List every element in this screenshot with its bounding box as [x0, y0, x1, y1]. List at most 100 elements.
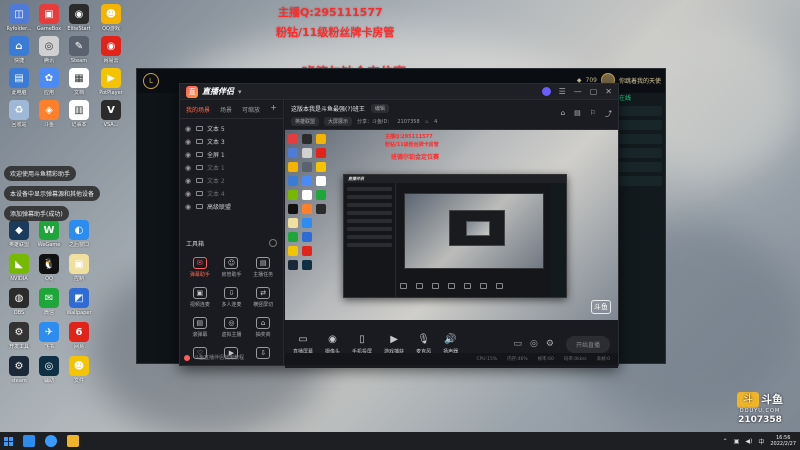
tool-item[interactable]: ☺ 房管助手: [216, 257, 248, 278]
douyu-companion-window[interactable]: 直 直播伴侣 ▾ ☰ — ▢ ✕ 我的场景 场景 可缩放 + ◉ 文本 5 ◉ 文本 …: [179, 83, 619, 368]
tool-item[interactable]: ⌂ 抽奖商: [247, 317, 279, 338]
friend-row[interactable]: [618, 162, 662, 172]
volume-icon[interactable]: ◀): [745, 438, 752, 445]
edit-tag[interactable]: 编辑: [370, 104, 389, 113]
scene-item[interactable]: ◉ 高级联盟: [184, 200, 279, 213]
subcategory-tag[interactable]: 大屏展示: [324, 117, 353, 126]
room-title[interactable]: 这版本我是斗鱼最强(?)班王: [291, 104, 365, 113]
control-icon[interactable]: ▣ 控制: [64, 254, 94, 282]
wechat-icon[interactable]: ✉ 微信: [34, 288, 64, 316]
category-tag[interactable]: 英雄联盟: [291, 117, 320, 126]
wallpaper-icon[interactable]: ◩ Wallpaper: [64, 288, 94, 316]
source-control-button[interactable]: 🔊 扬声器: [443, 334, 458, 355]
maximize-icon[interactable]: ▢: [590, 87, 598, 96]
player-icon[interactable]: ▶ PotPlayer: [96, 68, 126, 96]
start-live-button[interactable]: 开始直播: [565, 335, 610, 353]
pen-icon[interactable]: ✎ Steam: [64, 36, 94, 64]
settings-icon[interactable]: ⚙: [546, 339, 554, 349]
share-icon[interactable]: ⤴: [605, 109, 612, 119]
friend-row[interactable]: [618, 148, 662, 158]
lol-logo-icon[interactable]: L: [143, 73, 159, 89]
douyu-icon[interactable]: ◈ 斗鱼: [34, 100, 64, 128]
data-icon[interactable]: ▤: [574, 109, 581, 119]
helper-icon[interactable]: ◎ 辅助: [34, 356, 64, 384]
tool-item[interactable]: ▣ 视频连麦: [184, 287, 216, 308]
notepad-icon[interactable]: ▥ 记事本: [64, 100, 94, 128]
clock[interactable]: 16:56 2022/2/27: [770, 435, 796, 447]
feishu-icon[interactable]: ✈ 飞书: [34, 322, 64, 350]
menu-icon[interactable]: ☰: [559, 87, 566, 96]
friend-row[interactable]: [618, 176, 662, 186]
app-icon[interactable]: ✿ 应用: [34, 68, 64, 96]
network-icon[interactable]: ▣: [734, 438, 740, 445]
tool-item[interactable]: ⇄ 横竖屏切: [247, 287, 279, 308]
window-icon[interactable]: ◐ 之后窗口: [64, 220, 94, 248]
friend-row[interactable]: [618, 120, 662, 130]
avatar[interactable]: [541, 87, 551, 96]
scene-item[interactable]: ◉ 文本 2: [184, 174, 279, 187]
toolbox-settings-icon[interactable]: [269, 239, 277, 247]
netease-icon[interactable]: 6 网易: [64, 322, 94, 350]
visibility-eye-icon[interactable]: ◉: [184, 177, 192, 185]
qqgame-icon[interactable]: ☻ QQ游戏: [96, 4, 126, 32]
tool-item[interactable]: ⇩ 多人连麦: [216, 287, 248, 308]
notice-icon[interactable]: ⚐: [590, 109, 596, 119]
taskbar-browser-icon[interactable]: [45, 435, 57, 447]
gift-icon[interactable]: ⌂: [561, 109, 565, 119]
steam-icon[interactable]: ⚙ steam: [4, 356, 34, 384]
preview-toggle-icon[interactable]: ◎: [530, 339, 538, 349]
visibility-eye-icon[interactable]: ◉: [184, 203, 192, 211]
elite-icon[interactable]: ◉ EliteStart: [64, 4, 94, 32]
tool-item[interactable]: ⇩: [247, 347, 279, 361]
visibility-eye-icon[interactable]: ◉: [184, 164, 192, 172]
pc-icon[interactable]: ▤ 此电脑: [4, 68, 34, 96]
source-control-button[interactable]: ▯ 手机投屏: [352, 334, 372, 355]
nvidia-icon[interactable]: ◣ NVIDIA: [4, 254, 34, 282]
tab-my-scenes[interactable]: 我的场景: [186, 105, 210, 114]
obs-icon[interactable]: ◍ OBS: [4, 288, 34, 316]
add-scene-icon[interactable]: +: [270, 104, 277, 114]
friend-row[interactable]: [618, 134, 662, 144]
tray-arrow-icon[interactable]: ⌃: [723, 438, 728, 445]
visibility-eye-icon[interactable]: ◉: [184, 138, 192, 146]
tab-scenes[interactable]: 场景: [220, 105, 232, 114]
close-icon[interactable]: ✕: [605, 87, 612, 96]
qq-icon[interactable]: 🐧 QQ: [34, 254, 64, 282]
music-icon[interactable]: ◉ 网易云: [96, 36, 126, 64]
source-control-button[interactable]: ▶ 游戏捕获: [384, 334, 404, 355]
lol-icon[interactable]: ◆ 英雄联盟: [4, 220, 34, 248]
start-menu-icon[interactable]: [4, 436, 13, 446]
tool-item[interactable]: ▤ 滚弹幕: [184, 317, 216, 338]
visibility-eye-icon[interactable]: ◉: [184, 151, 192, 159]
scene-item[interactable]: ◉ 文本 3: [184, 135, 279, 148]
scene-item[interactable]: ◉ 文本 5: [184, 122, 279, 135]
source-control-button[interactable]: ◉ 摄像头: [325, 334, 340, 355]
source-control-button[interactable]: ▭ 直播屏幕: [293, 334, 313, 355]
gamebox-icon[interactable]: ▣ GameBox: [34, 4, 64, 32]
notification-pill[interactable]: 欢迎使用斗鱼精彩助手: [4, 166, 77, 181]
notification-pill[interactable]: 添加弹幕助手(成功): [4, 206, 69, 221]
tool-item[interactable]: ✉ 弹幕助手: [184, 257, 216, 278]
wegame-icon[interactable]: W WeGame: [34, 220, 64, 248]
tool-item[interactable]: ◎ 虚拟主播: [216, 317, 248, 338]
ime-indicator[interactable]: 中: [758, 437, 764, 446]
folder-icon[interactable]: ◫ Ryfolder...: [4, 4, 34, 32]
taskbar-douyu-icon[interactable]: [67, 435, 79, 447]
file-icon[interactable]: ☻ 文件: [64, 356, 94, 384]
scene-item[interactable]: ◉ 文本 4: [184, 187, 279, 200]
friend-row[interactable]: [618, 106, 662, 116]
tool-icon[interactable]: ⚙ 开发工具: [4, 322, 34, 350]
doc-icon[interactable]: ▦ 文档: [64, 68, 94, 96]
tab-zoomable[interactable]: 可缩放: [242, 105, 260, 114]
recycle-icon[interactable]: ♻ 回收站: [4, 100, 34, 128]
source-control-button[interactable]: 🎙 麦克风: [416, 334, 431, 355]
visibility-eye-icon[interactable]: ◉: [184, 190, 192, 198]
stream-preview[interactable]: 主播Q:295111577 粉钻/11级粉丝牌卡房管 班德尔铂金定位赛 直播伴侣…: [285, 130, 618, 320]
tutorial-link[interactable]: 斗鱼直播伴侣使用教程: [184, 354, 244, 361]
brand-menu-icon[interactable]: ▾: [238, 88, 242, 96]
tool-item[interactable]: ▤ 主播任务: [247, 257, 279, 278]
computer-icon[interactable]: ⌂ 快捷: [4, 36, 34, 64]
scene-item[interactable]: ◉ 全屏 1: [184, 148, 279, 161]
vsa-icon[interactable]: V VSA...: [96, 100, 126, 128]
scene-item[interactable]: ◉ 文本 1: [184, 161, 279, 174]
